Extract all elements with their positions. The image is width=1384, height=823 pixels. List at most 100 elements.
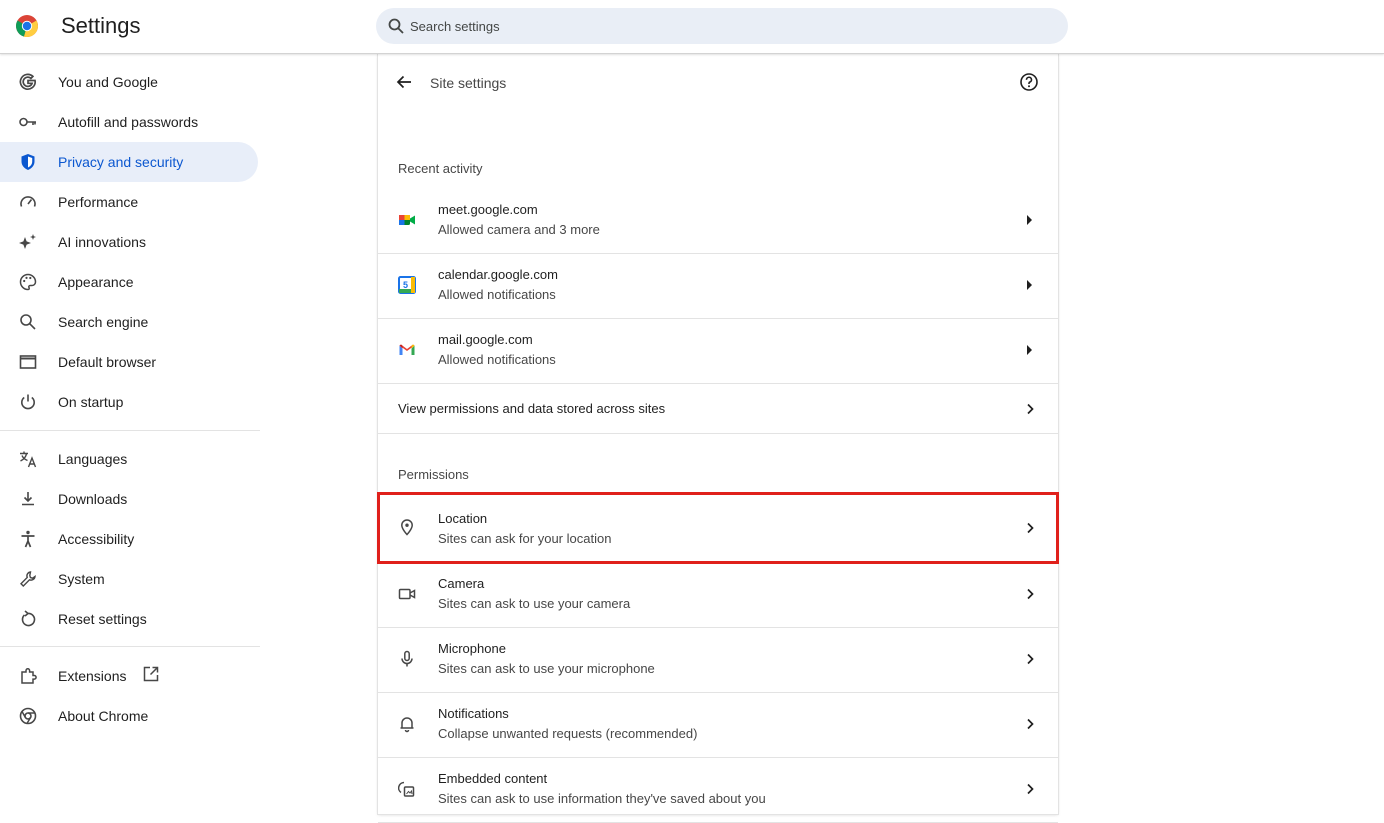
sidebar-divider <box>0 646 260 647</box>
chevron-right-icon <box>1027 588 1034 600</box>
permission-camera[interactable]: Camera Sites can ask to use your camera <box>378 563 1058 628</box>
search-input[interactable]: Search settings <box>376 8 1068 44</box>
speedometer-icon <box>20 196 36 207</box>
sidebar-item-reset-settings[interactable]: Reset settings <box>0 599 258 639</box>
sidebar-item-about-chrome[interactable]: About Chrome <box>0 696 258 736</box>
sidebar-item-label: System <box>58 571 105 587</box>
accessibility-icon <box>21 530 35 548</box>
sparkle-icon <box>19 234 36 249</box>
sidebar-item-label: About Chrome <box>58 708 149 724</box>
palette-icon <box>19 273 37 291</box>
recent-activity-item-calendar[interactable]: 5 calendar.google.com Allowed notificati… <box>378 254 1058 319</box>
chevron-right-icon <box>1027 718 1034 730</box>
recent-activity-heading: Recent activity <box>398 161 483 176</box>
site-name: calendar.google.com <box>438 267 558 282</box>
browser-window-icon <box>19 355 37 369</box>
site-detail: Allowed notifications <box>438 287 556 302</box>
sidebar-item-label: Search engine <box>58 314 149 330</box>
chrome-icon <box>19 707 37 725</box>
sidebar-divider <box>0 430 260 431</box>
site-detail: Allowed camera and 3 more <box>438 222 600 237</box>
search-icon <box>388 18 404 34</box>
permission-label: Notifications <box>438 706 509 721</box>
sidebar-item-languages[interactable]: Languages <box>0 439 258 479</box>
google-g-icon <box>19 73 37 91</box>
permission-location[interactable]: Location Sites can ask for your location <box>377 492 1059 564</box>
permissions-heading: Permissions <box>398 467 469 482</box>
permission-notifications[interactable]: Notifications Collapse unwanted requests… <box>378 693 1058 758</box>
sidebar-item-you-and-google[interactable]: You and Google <box>0 62 258 102</box>
permission-label: Embedded content <box>438 771 548 786</box>
view-all-permissions-link[interactable]: View permissions and data stored across … <box>378 384 1058 434</box>
microphone-icon <box>401 650 413 667</box>
open-in-new-icon <box>143 666 159 682</box>
wrench-icon <box>20 571 36 587</box>
chevron-right-icon <box>1027 783 1034 795</box>
permission-label: Camera <box>438 576 485 591</box>
sidebar-item-label: Privacy and security <box>58 154 184 170</box>
search-icon <box>20 314 36 330</box>
sidebar-item-accessibility[interactable]: Accessibility <box>0 519 258 559</box>
location-pin-icon <box>401 519 413 536</box>
camera-icon <box>398 588 416 600</box>
sidebar-item-label: Downloads <box>58 491 128 507</box>
help-icon[interactable] <box>1019 72 1039 92</box>
gmail-icon <box>399 344 415 355</box>
sidebar-item-label: Performance <box>58 194 139 210</box>
sidebar-item-label: Reset settings <box>58 611 147 627</box>
permission-detail: Sites can ask for your location <box>438 531 612 546</box>
sidebar-item-label: On startup <box>58 394 124 410</box>
permission-detail: Collapse unwanted requests (recommended) <box>438 726 698 741</box>
sidebar-item-performance[interactable]: Performance <box>0 182 258 222</box>
power-icon <box>21 394 35 410</box>
download-icon <box>22 492 34 506</box>
sidebar-item-search-engine[interactable]: Search engine <box>0 302 258 342</box>
sidebar-item-default-browser[interactable]: Default browser <box>0 342 258 382</box>
expand-arrow-icon <box>1027 280 1032 290</box>
chrome-logo-icon <box>16 15 38 38</box>
expand-arrow-icon <box>1027 345 1032 355</box>
shield-icon <box>21 154 35 170</box>
recent-activity-item-mail[interactable]: mail.google.com Allowed notifications <box>378 319 1058 384</box>
reset-icon <box>21 610 36 627</box>
permission-embedded-content[interactable]: Embedded content Sites can ask to use in… <box>378 758 1058 823</box>
sidebar-item-extensions[interactable]: Extensions <box>0 656 258 696</box>
permission-label: Microphone <box>438 641 506 656</box>
chevron-right-icon <box>1027 653 1034 665</box>
sidebar-item-system[interactable]: System <box>0 559 258 599</box>
google-calendar-icon: 5 <box>398 276 416 294</box>
sidebar-item-label: Languages <box>58 451 128 467</box>
permission-microphone[interactable]: Microphone Sites can ask to use your mic… <box>378 628 1058 693</box>
translate-icon <box>20 451 37 468</box>
site-detail: Allowed notifications <box>438 352 556 367</box>
expand-arrow-icon <box>1027 215 1032 225</box>
key-icon <box>19 117 36 127</box>
app-title: Settings <box>61 13 141 38</box>
sidebar-item-label: You and Google <box>58 74 158 90</box>
site-name: mail.google.com <box>438 332 533 347</box>
sidebar: You and Google Autofill and passwords Pr… <box>0 54 262 811</box>
sidebar-item-downloads[interactable]: Downloads <box>0 479 258 519</box>
sidebar-item-ai-innovations[interactable]: AI innovations <box>0 222 258 262</box>
top-bar: Settings Search settings <box>0 0 1384 54</box>
sidebar-item-label: Autofill and passwords <box>58 114 199 130</box>
chevron-right-icon <box>1027 403 1034 415</box>
sidebar-item-autofill[interactable]: Autofill and passwords <box>0 102 258 142</box>
permission-detail: Sites can ask to use your microphone <box>438 661 655 676</box>
calendar-icon-digit: 5 <box>403 280 408 290</box>
sidebar-item-label: Default browser <box>58 354 157 370</box>
sidebar-item-privacy-and-security[interactable]: Privacy and security <box>0 142 258 182</box>
page-title: Site settings <box>430 75 507 91</box>
permission-detail: Sites can ask to use your camera <box>438 596 631 611</box>
site-name: meet.google.com <box>438 202 538 217</box>
site-settings-card: Site settings Recent activity meet.googl… <box>377 54 1059 823</box>
sidebar-item-appearance[interactable]: Appearance <box>0 262 258 302</box>
sidebar-item-label: Extensions <box>58 668 127 684</box>
google-meet-icon <box>399 215 415 225</box>
recent-activity-item-meet[interactable]: meet.google.com Allowed camera and 3 mor… <box>378 189 1058 254</box>
sidebar-item-on-startup[interactable]: On startup <box>0 382 258 422</box>
back-arrow-icon[interactable] <box>394 72 414 92</box>
sidebar-item-label: AI innovations <box>58 234 146 250</box>
chevron-right-icon <box>1027 522 1034 534</box>
view-all-label: View permissions and data stored across … <box>398 401 666 416</box>
